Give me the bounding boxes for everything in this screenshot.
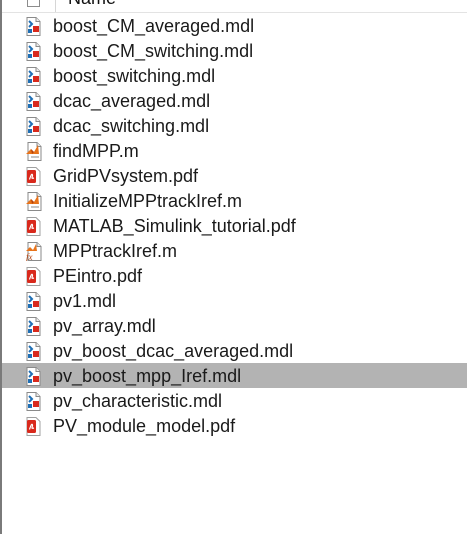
file-row[interactable]: PEintro.pdf [2,263,467,288]
file-name: pv_boost_dcac_averaged.mdl [53,341,294,361]
file-row[interactable]: pv_characteristic.mdl [2,388,467,413]
file-name: MATLAB_Simulink_tutorial.pdf [53,216,296,236]
matlab-script-icon [24,192,46,211]
simulink-model-icon [24,42,46,61]
file-row[interactable]: GridPVsystem.pdf [2,163,467,188]
file-list: boost_CM_averaged.mdl boost_CM_switching… [2,13,467,438]
file-row[interactable]: dcac_averaged.mdl [2,88,467,113]
file-row[interactable]: pv_array.mdl [2,313,467,338]
pdf-file-icon [24,267,46,286]
file-row[interactable]: PV_module_model.pdf [2,413,467,438]
file-name: boost_CM_switching.mdl [53,41,254,61]
file-name: pv_characteristic.mdl [53,391,223,411]
select-all-checkbox[interactable] [27,0,40,7]
file-row[interactable]: pv_boost_dcac_averaged.mdl [2,338,467,363]
file-name: dcac_averaged.mdl [53,91,211,111]
file-name: dcac_switching.mdl [53,116,210,136]
file-row[interactable]: dcac_switching.mdl [2,113,467,138]
pdf-file-icon [24,217,46,236]
simulink-model-icon [24,17,46,36]
file-name: boost_CM_averaged.mdl [53,16,255,36]
file-name: pv_boost_mpp_Iref.mdl [53,366,242,386]
file-row[interactable]: pv_boost_mpp_Iref.mdl [2,363,467,388]
column-header: Name [2,0,467,13]
file-name: PEintro.pdf [53,266,143,286]
file-row[interactable]: boost_switching.mdl [2,63,467,88]
matlab-script-icon [24,142,46,161]
file-browser-pane: Name boost_CM_averaged.mdl boost_CM_swit… [0,0,467,534]
file-row[interactable]: findMPP.m [2,138,467,163]
pdf-file-icon [24,167,46,186]
name-column-header[interactable]: Name [68,0,116,8]
svg-text:fx: fx [26,252,33,261]
file-row[interactable]: fx MPPtrackIref.m [2,238,467,263]
file-row[interactable]: boost_CM_switching.mdl [2,38,467,63]
file-row[interactable]: boost_CM_averaged.mdl [2,13,467,38]
file-name: boost_switching.mdl [53,66,216,86]
simulink-model-icon [24,367,46,386]
file-name: InitializeMPPtrackIref.m [53,191,243,211]
file-name: PV_module_model.pdf [53,416,236,436]
simulink-model-icon [24,92,46,111]
simulink-model-icon [24,342,46,361]
simulink-model-icon [24,67,46,86]
file-row[interactable]: MATLAB_Simulink_tutorial.pdf [2,213,467,238]
file-row[interactable]: InitializeMPPtrackIref.m [2,188,467,213]
file-name: MPPtrackIref.m [53,241,178,261]
simulink-model-icon [24,117,46,136]
simulink-model-icon [24,317,46,336]
file-name: findMPP.m [53,141,139,161]
matlab-function-icon: fx [24,242,46,262]
pdf-file-icon [24,417,46,436]
column-separator[interactable] [55,0,56,12]
file-name: pv1.mdl [53,291,117,311]
simulink-model-icon [24,292,46,311]
file-name: pv_array.mdl [53,316,156,336]
file-row[interactable]: pv1.mdl [2,288,467,313]
simulink-model-icon [24,392,46,411]
file-name: GridPVsystem.pdf [53,166,199,186]
